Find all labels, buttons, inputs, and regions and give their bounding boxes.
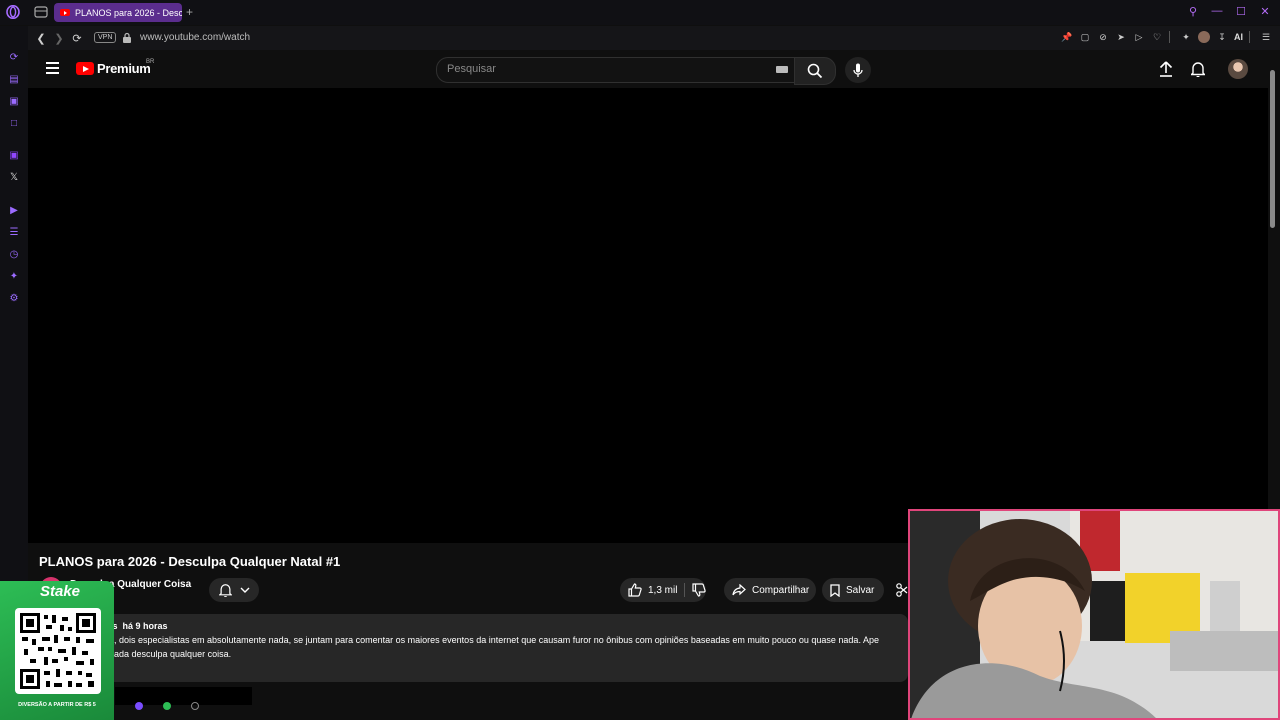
player-icon[interactable]: ▶ <box>7 203 21 217</box>
thumbs-up-icon <box>628 583 642 597</box>
messenger-icon[interactable]: □ <box>7 116 21 130</box>
gray-dot <box>191 702 199 710</box>
clip-icon[interactable] <box>896 582 908 598</box>
heart-icon[interactable]: ♡ <box>1151 31 1163 43</box>
search-icon <box>807 63 823 79</box>
back-icon[interactable]: ❮ <box>34 31 48 45</box>
x-icon[interactable]: 𝕏 <box>7 170 21 184</box>
notifications-button[interactable] <box>1189 60 1207 78</box>
aria-icon[interactable]: ⟳ <box>7 50 21 64</box>
twitch-icon[interactable]: ▣ <box>7 148 21 162</box>
video-title: PLANOS para 2026 - Desculpa Qualquer Nat… <box>39 554 341 569</box>
upload-icon <box>1159 61 1173 77</box>
pin-icon[interactable]: 📌 <box>1061 31 1073 43</box>
subscription-notification-button[interactable] <box>209 578 259 602</box>
ai-button[interactable]: AI <box>1234 31 1243 43</box>
search-input[interactable]: Pesquisar <box>436 57 795 83</box>
webcam-overlay <box>908 509 1280 720</box>
purple-dot <box>135 702 143 710</box>
save-button[interactable]: Salvar <box>822 578 884 602</box>
menu-icon[interactable]: ☰ <box>1260 31 1272 43</box>
tabs-icon[interactable]: ☰ <box>7 225 21 239</box>
description-panel[interactable] <box>38 614 908 682</box>
separator <box>1169 31 1174 43</box>
play-icon[interactable]: ▷ <box>1133 31 1145 43</box>
share-label: Compartilhar <box>752 584 810 596</box>
save-label: Salvar <box>846 584 875 596</box>
description-text: , dois especialistas em absolutamente na… <box>114 635 879 645</box>
keyboard-icon[interactable] <box>776 66 788 73</box>
description-text: ada desculpa qualquer coisa. <box>114 649 232 659</box>
search-placeholder: Pesquisar <box>447 63 496 75</box>
search-button[interactable] <box>794 57 836 85</box>
window-controls: ⚲ — ☐ ✕ <box>1186 4 1272 18</box>
chevron-down-icon <box>240 587 249 593</box>
vpn-badge[interactable]: VPN <box>94 32 117 43</box>
guide-menu-icon[interactable] <box>46 62 59 74</box>
search-tabs-icon[interactable]: ⚲ <box>1186 4 1200 18</box>
status-dots <box>135 702 199 710</box>
shopping-icon[interactable]: ▤ <box>7 72 21 86</box>
wallet-icon[interactable]: ▣ <box>7 94 21 108</box>
browser-tab-bar: PLANOS para 2026 - Desc + ⚲ — ☐ ✕ <box>0 0 1280 25</box>
maximize-icon[interactable]: ☐ <box>1234 4 1248 18</box>
youtube-favicon-icon <box>60 9 70 16</box>
extensions-icon[interactable]: ✦ <box>1180 31 1192 43</box>
address-bar: ❮ ❯ ⟳ VPN www.youtube.com/watch 📌 ▢ ⊘ ➤ … <box>28 26 1280 50</box>
like-count: 1,3 mil <box>648 584 678 596</box>
history-icon[interactable]: ◷ <box>7 247 21 261</box>
share-button[interactable]: Compartilhar <box>724 578 816 602</box>
url-text[interactable]: www.youtube.com/watch <box>140 32 250 43</box>
lock-icon[interactable] <box>122 32 132 43</box>
voice-search-button[interactable] <box>845 57 871 83</box>
youtube-header: Premium BR Pesquisar <box>28 50 1268 88</box>
separator <box>1249 31 1254 43</box>
tab-switcher-icon[interactable] <box>34 6 48 18</box>
upload-age: há 9 horas <box>122 621 168 631</box>
video-player[interactable] <box>28 88 1268 543</box>
extensions-sidebar-icon[interactable]: ✦ <box>7 269 21 283</box>
account-avatar[interactable] <box>1228 59 1248 79</box>
bell-icon <box>1191 62 1205 77</box>
dislike-button[interactable] <box>690 582 708 598</box>
active-tab[interactable]: PLANOS para 2026 - Desc <box>54 3 182 22</box>
opera-logo-icon[interactable] <box>6 5 20 19</box>
bell-icon <box>218 584 232 597</box>
upload-button[interactable] <box>1157 60 1175 78</box>
youtube-logo-icon[interactable] <box>76 62 94 75</box>
youtube-premium-wordmark[interactable]: Premium <box>97 61 151 76</box>
close-icon[interactable]: ✕ <box>1258 4 1272 18</box>
flow-icon[interactable]: ➤ <box>1115 31 1127 43</box>
country-code: BR <box>146 59 155 65</box>
forward-icon[interactable]: ❯ <box>52 31 66 45</box>
profile-avatar-icon[interactable] <box>1198 31 1210 43</box>
minimize-icon[interactable]: — <box>1210 4 1224 18</box>
stake-caption: DIVERSÃO A PARTIR DE R$ 5 <box>18 702 96 708</box>
share-icon <box>732 584 746 596</box>
bookmark-icon <box>830 583 840 597</box>
address-bar-actions: 📌 ▢ ⊘ ➤ ▷ ♡ ✦ ↧ AI ☰ <box>1061 31 1272 43</box>
page-scrollbar[interactable] <box>1270 70 1275 228</box>
snapshot-icon[interactable]: ▢ <box>1079 31 1091 43</box>
new-tab-button[interactable]: + <box>186 5 193 19</box>
reload-icon[interactable]: ⟳ <box>70 31 84 45</box>
adblock-icon[interactable]: ⊘ <box>1097 31 1109 43</box>
settings-gear-icon[interactable]: ⚙ <box>7 291 21 305</box>
microphone-icon <box>853 63 863 77</box>
green-dot <box>163 702 171 710</box>
qr-code <box>15 608 101 694</box>
thumbs-down-icon <box>692 583 706 597</box>
webcam-image <box>910 511 1278 718</box>
download-icon[interactable]: ↧ <box>1216 31 1228 43</box>
like-divider <box>684 583 685 597</box>
tab-title: PLANOS para 2026 - Desc <box>75 7 182 18</box>
stake-logo: Stake <box>40 583 81 600</box>
